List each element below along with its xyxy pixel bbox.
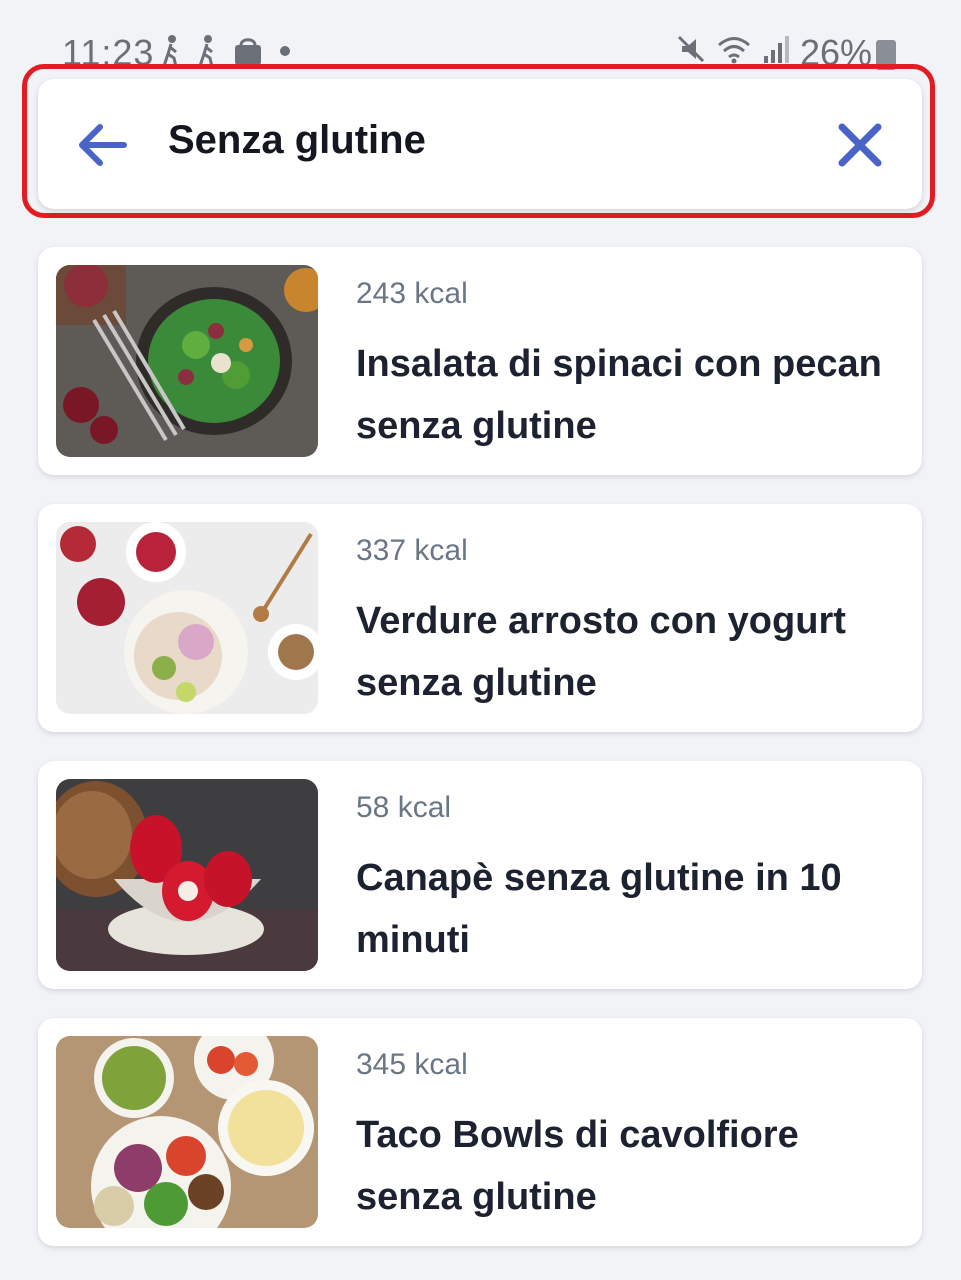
shopping-bag-icon <box>235 38 261 65</box>
recipe-title: Taco Bowls di cavolfiore senza glutine <box>356 1114 799 1218</box>
mute-icon <box>677 35 705 63</box>
status-bar: 11:23 26% <box>0 0 961 73</box>
recipe-title: Canapè senza glutine in 10 minuti <box>356 857 842 961</box>
dot-icon <box>280 46 290 56</box>
recipe-kcal: 243 kcal <box>356 277 468 310</box>
recipe-title: Insalata di spinaci con pecan senza glut… <box>356 343 882 447</box>
status-icons-left <box>160 34 292 68</box>
back-button[interactable] <box>72 115 132 175</box>
clear-search-button[interactable] <box>832 117 888 173</box>
recipe-kcal: 58 kcal <box>356 791 452 824</box>
recipe-card[interactable]: 345 kcal Taco Bowls di cavolfiore senza … <box>38 1018 922 1246</box>
recipe-image-roasted-vegetables <box>56 522 318 714</box>
recipe-card[interactable]: 58 kcal Canapè senza glutine in 10 minut… <box>38 761 922 989</box>
walking-icon <box>162 35 178 68</box>
recipe-kcal: 337 kcal <box>356 534 468 567</box>
recipe-image-spinach-salad <box>56 265 318 457</box>
close-icon <box>838 123 882 167</box>
signal-icon <box>764 36 789 63</box>
status-icons-right <box>676 34 792 64</box>
recipe-image-taco-bowls <box>56 1036 318 1228</box>
recipe-kcal: 345 kcal <box>356 1048 468 1081</box>
walking-icon <box>198 35 214 68</box>
recipe-title: Verdure arrosto con yogurt senza glutine <box>356 600 846 704</box>
recipe-card[interactable]: 337 kcal Verdure arrosto con yogurt senz… <box>38 504 922 732</box>
search-query[interactable]: Senza glutine <box>168 118 426 163</box>
wifi-icon <box>718 37 750 64</box>
recipe-card[interactable]: 243 kcal Insalata di spinaci con pecan s… <box>38 247 922 475</box>
arrow-left-icon <box>79 124 127 166</box>
recipe-image-canapes <box>56 779 318 971</box>
